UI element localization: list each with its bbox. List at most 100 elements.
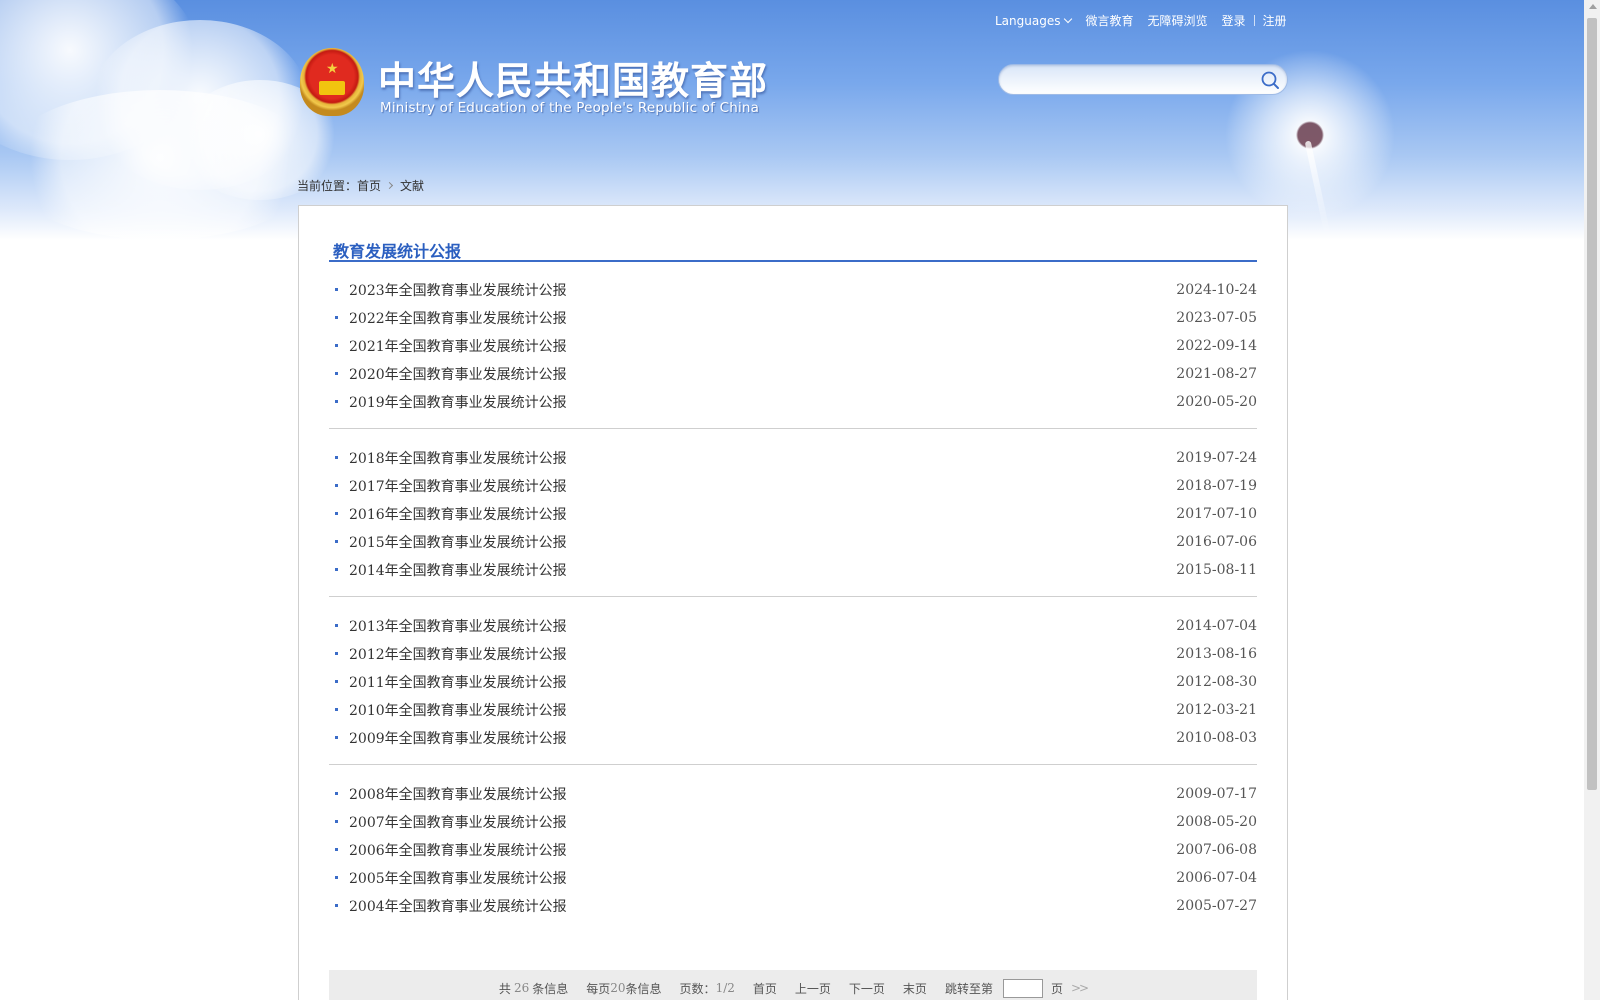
list-item: 2022年全国教育事业发展统计公报 2023-07-05 bbox=[329, 304, 1257, 332]
list-item-title-link[interactable]: 2022年全国教育事业发展统计公报 bbox=[349, 308, 567, 328]
bullet-icon bbox=[335, 820, 338, 823]
pages-value: 1/2 bbox=[715, 981, 735, 995]
go-button[interactable]: >> bbox=[1071, 981, 1089, 995]
list-item-title-link[interactable]: 2007年全国教育事业发展统计公报 bbox=[349, 812, 567, 832]
list-item-title-link[interactable]: 2004年全国教育事业发展统计公报 bbox=[349, 896, 567, 916]
list-item-date: 2005-07-27 bbox=[1176, 898, 1257, 914]
list-item-title-link[interactable]: 2008年全国教育事业发展统计公报 bbox=[349, 784, 567, 804]
list-item-date: 2007-06-08 bbox=[1176, 842, 1257, 858]
scrollbar-thumb[interactable] bbox=[1587, 18, 1597, 790]
list-item-title-link[interactable]: 2014年全国教育事业发展统计公报 bbox=[349, 560, 567, 580]
list-item: 2023年全国教育事业发展统计公报 2024-10-24 bbox=[329, 276, 1257, 304]
first-page-link[interactable]: 首页 bbox=[753, 980, 777, 997]
list-item: 2009年全国教育事业发展统计公报 2010-08-03 bbox=[329, 724, 1257, 752]
list-item: 2012年全国教育事业发展统计公报 2013-08-16 bbox=[329, 640, 1257, 668]
list-item-date: 2012-08-30 bbox=[1176, 674, 1257, 690]
list-item: 2020年全国教育事业发展统计公报 2021-08-27 bbox=[329, 360, 1257, 388]
total-suffix: 条信息 bbox=[532, 981, 569, 996]
register-link[interactable]: 注册 bbox=[1263, 12, 1287, 29]
list-item: 2011年全国教育事业发展统计公报 2012-08-30 bbox=[329, 668, 1257, 696]
bullet-icon bbox=[335, 792, 338, 795]
next-page-link[interactable]: 下一页 bbox=[849, 980, 885, 997]
login-link[interactable]: 登录 bbox=[1222, 12, 1246, 29]
bullet-icon bbox=[335, 736, 338, 739]
last-page-link[interactable]: 末页 bbox=[903, 980, 927, 997]
list-item-title-link[interactable]: 2006年全国教育事业发展统计公报 bbox=[349, 840, 567, 860]
list-item-date: 2019-07-24 bbox=[1176, 450, 1257, 466]
list-item-title-link[interactable]: 2019年全国教育事业发展统计公报 bbox=[349, 392, 567, 412]
list-item-title-link[interactable]: 2015年全国教育事业发展统计公报 bbox=[349, 532, 567, 552]
header-banner bbox=[0, 0, 1584, 240]
list-item-title-link[interactable]: 2016年全国教育事业发展统计公报 bbox=[349, 504, 567, 524]
prev-page-link[interactable]: 上一页 bbox=[795, 980, 831, 997]
list-group: 2008年全国教育事业发展统计公报 2009-07-17 2007年全国教育事业发… bbox=[329, 780, 1257, 920]
accessible-browse-link[interactable]: 无障碍浏览 bbox=[1148, 12, 1208, 29]
list-item: 2014年全国教育事业发展统计公报 2015-08-11 bbox=[329, 556, 1257, 584]
bullet-icon bbox=[335, 680, 338, 683]
list-item-title-link[interactable]: 2010年全国教育事业发展统计公报 bbox=[349, 700, 567, 720]
per-page-info: 每页 20 条信息 bbox=[586, 980, 661, 997]
breadcrumb-current-link[interactable]: 文献 bbox=[400, 177, 424, 194]
page-suffix: 页 bbox=[1050, 981, 1063, 996]
list-item-date: 2023-07-05 bbox=[1176, 310, 1257, 326]
search-button[interactable] bbox=[1259, 69, 1281, 91]
breadcrumb-prefix: 当前位置： bbox=[297, 179, 358, 193]
breadcrumb-home-link[interactable]: 首页 bbox=[357, 177, 381, 194]
bullet-icon bbox=[335, 848, 338, 851]
list-item: 2016年全国教育事业发展统计公报 2017-07-10 bbox=[329, 500, 1257, 528]
list-item: 2004年全国教育事业发展统计公报 2005-07-27 bbox=[329, 892, 1257, 920]
bullet-icon bbox=[335, 400, 338, 403]
list-item-date: 2013-08-16 bbox=[1176, 646, 1257, 662]
list-item-title-link[interactable]: 2012年全国教育事业发展统计公报 bbox=[349, 644, 567, 664]
list-item-title-link[interactable]: 2005年全国教育事业发展统计公报 bbox=[349, 868, 567, 888]
weiyan-link[interactable]: 微言教育 bbox=[1085, 12, 1133, 29]
search-box bbox=[998, 64, 1288, 95]
languages-label: Languages bbox=[995, 13, 1061, 28]
list-item-title-link[interactable]: 2011年全国教育事业发展统计公报 bbox=[349, 672, 567, 692]
gate-icon bbox=[319, 81, 345, 95]
list-item-date: 2010-08-03 bbox=[1176, 730, 1257, 746]
breadcrumb: 当前位置： 首页 文献 bbox=[297, 177, 424, 194]
list-item: 2010年全国教育事业发展统计公报 2012-03-21 bbox=[329, 696, 1257, 724]
list-item: 2006年全国教育事业发展统计公报 2007-06-08 bbox=[329, 836, 1257, 864]
search-icon bbox=[1261, 71, 1279, 89]
list-item-title-link[interactable]: 2017年全国教育事业发展统计公报 bbox=[349, 476, 567, 496]
list-item: 2015年全国教育事业发展统计公报 2016-07-06 bbox=[329, 528, 1257, 556]
list-item-date: 2008-05-20 bbox=[1176, 814, 1257, 830]
list-item-title-link[interactable]: 2013年全国教育事业发展统计公报 bbox=[349, 616, 567, 636]
scroll-up-arrow-icon[interactable] bbox=[1589, 4, 1597, 9]
list-item-title-link[interactable]: 2020年全国教育事业发展统计公报 bbox=[349, 364, 567, 384]
list-item: 2008年全国教育事业发展统计公报 2009-07-17 bbox=[329, 780, 1257, 808]
site-subtitle: Ministry of Education of the People's Re… bbox=[380, 100, 760, 116]
bullet-icon bbox=[335, 876, 338, 879]
bullet-icon bbox=[335, 484, 338, 487]
chevron-right-icon bbox=[385, 181, 394, 190]
list-item: 2019年全国教育事业发展统计公报 2020-05-20 bbox=[329, 388, 1257, 416]
site-title[interactable]: 中华人民共和国教育部 bbox=[378, 50, 768, 105]
total-prefix: 共 bbox=[498, 981, 511, 996]
list-item: 2021年全国教育事业发展统计公报 2022-09-14 bbox=[329, 332, 1257, 360]
search-input[interactable] bbox=[1013, 70, 1248, 90]
list-item-title-link[interactable]: 2023年全国教育事业发展统计公报 bbox=[349, 280, 567, 300]
per-page-prefix: 每页 bbox=[586, 981, 611, 996]
list-group: 2018年全国教育事业发展统计公报 2019-07-24 2017年全国教育事业发… bbox=[329, 444, 1257, 584]
bullet-icon bbox=[335, 512, 338, 515]
list-item-date: 2009-07-17 bbox=[1176, 786, 1257, 802]
list-item-title-link[interactable]: 2021年全国教育事业发展统计公报 bbox=[349, 336, 567, 356]
total-count-info: 共 26 条信息 bbox=[499, 980, 568, 997]
list-item: 2018年全国教育事业发展统计公报 2019-07-24 bbox=[329, 444, 1257, 472]
list-item: 2017年全国教育事业发展统计公报 2018-07-19 bbox=[329, 472, 1257, 500]
languages-dropdown[interactable]: Languages bbox=[995, 13, 1073, 28]
pagination-bar: 共 26 条信息 每页 20 条信息 页数： 1/2 首页 上一页 下一页 末页… bbox=[329, 970, 1257, 1000]
divider bbox=[1253, 15, 1255, 26]
jump-page-input[interactable] bbox=[1002, 978, 1043, 998]
list-item-date: 2015-08-11 bbox=[1176, 562, 1257, 578]
list-item-date: 2018-07-19 bbox=[1176, 478, 1257, 494]
bullet-icon bbox=[335, 624, 338, 627]
content-panel: 教育发展统计公报 2023年全国教育事业发展统计公报 2024-10-24 202… bbox=[298, 205, 1288, 1000]
list-item-title-link[interactable]: 2018年全国教育事业发展统计公报 bbox=[349, 448, 567, 468]
page-count-info: 页数： 1/2 bbox=[680, 980, 735, 997]
bullet-icon bbox=[335, 904, 338, 907]
list-item-title-link[interactable]: 2009年全国教育事业发展统计公报 bbox=[349, 728, 567, 748]
bullet-icon bbox=[335, 708, 338, 711]
